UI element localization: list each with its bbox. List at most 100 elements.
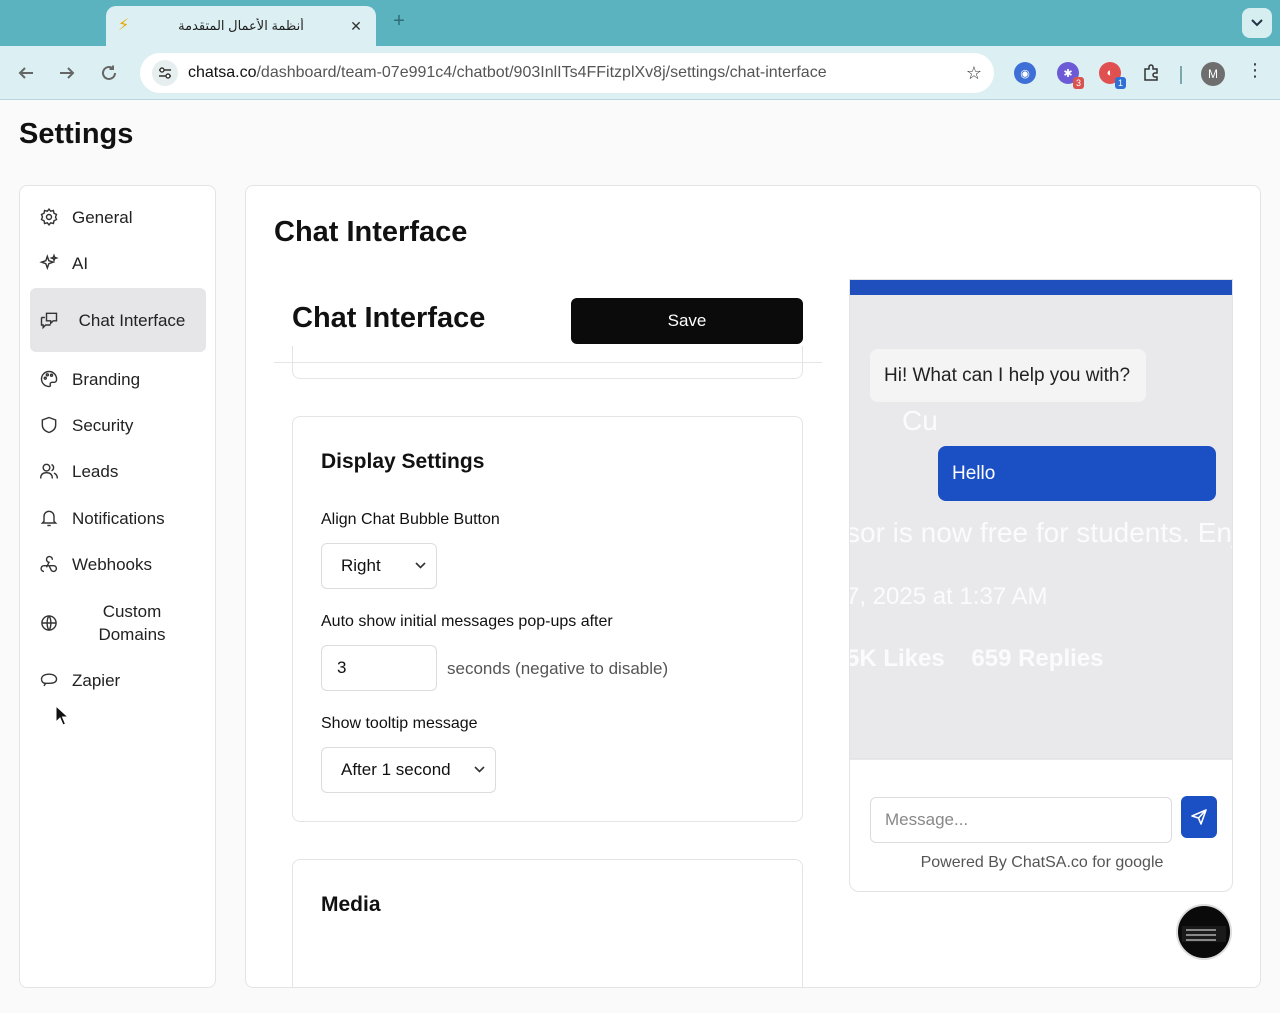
select-value: Right — [341, 556, 381, 575]
background-glyph: 7, 2025 at 1:37 AM — [850, 583, 1048, 610]
sidebar-item-general[interactable]: General — [30, 204, 206, 230]
align-bubble-label: Align Chat Bubble Button — [321, 511, 500, 528]
background-glyph: Cu — [902, 405, 938, 436]
sidebar-item-custom-domains[interactable]: Custom Domains — [30, 598, 206, 648]
extensions-puzzle-icon[interactable] — [1140, 62, 1162, 84]
globe-icon — [38, 612, 60, 634]
save-button[interactable]: Save — [571, 298, 803, 344]
powered-by-text: Powered By ChatSA.co for google — [920, 854, 1164, 871]
message-input[interactable]: Message... — [870, 797, 1172, 843]
browser-menu-icon[interactable]: ⋮ — [1246, 60, 1264, 81]
arrow-left-icon — [18, 67, 33, 79]
profile-avatar[interactable]: M — [1201, 62, 1225, 86]
chevron-down-icon — [474, 764, 485, 776]
url-text[interactable]: chatsa.co/dashboard/team-07e991c4/chatbo… — [178, 64, 966, 82]
tab-search-button[interactable] — [1242, 8, 1272, 38]
preview-header-bar — [850, 280, 1232, 295]
main-panel: Chat Interface Chat Interface Save Displ… — [245, 185, 1261, 988]
url-path: /dashboard/team-07e991c4/chatbot/903InlI… — [256, 64, 827, 81]
sidebar-item-label: Custom Domains — [98, 602, 166, 644]
new-tab-button[interactable]: + — [388, 10, 410, 33]
extension-badge: 1 — [1114, 77, 1126, 89]
palette-icon — [38, 368, 60, 390]
forward-button[interactable] — [54, 60, 80, 86]
reload-icon — [102, 65, 116, 80]
browser-tab-bar: ⚡ أنظمة الأعمال المتقدمة ✕ + — [0, 0, 1280, 46]
align-bubble-select[interactable]: Right — [321, 543, 437, 589]
autoshow-hint: seconds (negative to disable) — [447, 659, 669, 678]
chat-launcher-button[interactable] — [1176, 904, 1232, 960]
launcher-thumbnail — [1182, 926, 1226, 942]
sidebar-item-label: Security — [72, 415, 134, 435]
card-title: Display Settings — [321, 450, 485, 473]
toolbar-separator — [1180, 66, 1182, 84]
close-tab-icon[interactable]: ✕ — [348, 18, 364, 35]
mouse-cursor-icon — [55, 705, 69, 726]
card-title: Media — [321, 893, 381, 916]
bot-message-bubble: Hi! What can I help you with? — [870, 349, 1146, 402]
zapier-icon — [38, 669, 60, 691]
background-glyph: sor is now free for students. Enj — [850, 517, 1233, 548]
display-settings-card: Display Settings Align Chat Bubble Butto… — [292, 416, 803, 822]
media-card: Media — [292, 859, 803, 987]
preview-divider — [850, 758, 1232, 759]
arrow-right-icon — [60, 67, 75, 79]
chevron-down-icon — [1251, 19, 1263, 27]
extension-icon[interactable]: ◐ 1 — [1099, 62, 1126, 89]
preview-background-image: Cu sor is now free for students. Enj 7, … — [850, 295, 1233, 760]
reload-button[interactable] — [96, 60, 122, 86]
header-divider — [274, 362, 822, 363]
sidebar-item-leads[interactable]: Leads — [30, 458, 206, 484]
sidebar-item-security[interactable]: Security — [30, 412, 206, 438]
address-bar[interactable]: chatsa.co/dashboard/team-07e991c4/chatbo… — [140, 53, 994, 93]
autoshow-seconds-input[interactable]: 3 — [321, 645, 437, 691]
select-value: After 1 second — [341, 760, 451, 779]
tab-title: أنظمة الأعمال المتقدمة — [178, 18, 304, 33]
sidebar-item-label: Zapier — [72, 670, 121, 690]
page-title: Settings — [19, 118, 134, 150]
sidebar-item-label: General — [72, 207, 133, 227]
section-heading: Chat Interface — [274, 216, 468, 248]
sidebar-item-label: Chat Interface — [78, 310, 186, 330]
user-message-bubble: Hello — [938, 446, 1216, 501]
form-heading: Chat Interface — [292, 302, 486, 334]
sidebar-item-chat-interface[interactable]: Chat Interface — [30, 288, 206, 352]
sidebar-item-label: Branding — [72, 369, 141, 389]
sidebar-item-label: Leads — [72, 461, 119, 481]
chevron-down-icon — [415, 560, 426, 572]
gear-icon — [38, 206, 60, 228]
shield-icon — [38, 414, 60, 436]
bell-icon — [38, 507, 60, 529]
url-host: chatsa.co — [188, 64, 257, 81]
autoshow-label: Auto show initial messages pop-ups after — [321, 613, 613, 630]
extension-icon[interactable]: ◉ — [1014, 62, 1036, 84]
tune-icon — [159, 67, 171, 79]
sidebar-item-ai[interactable]: AI — [30, 250, 206, 276]
chat-widget-preview: Cu sor is now free for students. Enj 7, … — [849, 279, 1233, 892]
sidebar-item-notifications[interactable]: Notifications — [30, 505, 206, 531]
bookmark-star-icon[interactable]: ☆ — [966, 63, 982, 84]
settings-sidebar: General AI Chat Interface Branding Secur… — [19, 185, 216, 988]
webhook-icon — [38, 553, 60, 575]
send-button[interactable] — [1181, 796, 1217, 838]
sidebar-item-label: Notifications — [72, 508, 165, 528]
chat-icon — [38, 309, 60, 331]
tooltip-label: Show tooltip message — [321, 715, 478, 732]
browser-tab[interactable]: ⚡ أنظمة الأعمال المتقدمة ✕ — [106, 6, 376, 46]
users-icon — [38, 460, 60, 482]
sparkles-icon — [38, 252, 60, 274]
site-info-icon[interactable] — [152, 60, 178, 86]
extension-badge: 3 — [1072, 77, 1084, 89]
lightning-icon: ⚡ — [118, 17, 130, 34]
browser-toolbar: chatsa.co/dashboard/team-07e991c4/chatbo… — [0, 46, 1280, 100]
extension-icon[interactable]: ✱ 3 — [1057, 62, 1084, 89]
sidebar-item-label: Webhooks — [72, 554, 153, 574]
send-icon — [1191, 809, 1207, 825]
background-glyph: 5K Likes 659 Replies — [850, 645, 1104, 672]
tooltip-select[interactable]: After 1 second — [321, 747, 496, 793]
back-button[interactable] — [13, 60, 39, 86]
sidebar-item-label: AI — [72, 253, 89, 273]
sidebar-item-zapier[interactable]: Zapier — [30, 667, 206, 693]
sidebar-item-branding[interactable]: Branding — [30, 366, 206, 392]
sidebar-item-webhooks[interactable]: Webhooks — [30, 551, 206, 577]
